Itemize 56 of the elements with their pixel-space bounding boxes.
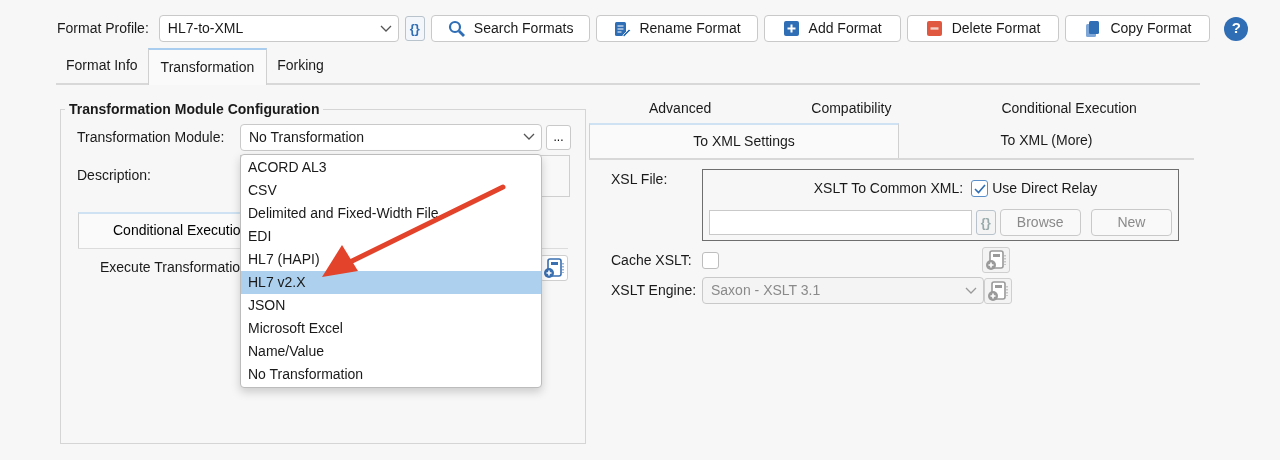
tab[interactable]: Conditional Execution: [1001, 97, 1137, 119]
chevron-icon: [523, 133, 535, 142]
dropdown-option[interactable]: Delimited and Fixed-Width File: [241, 201, 541, 225]
checkbox[interactable]: [971, 180, 989, 197]
tab[interactable]: To XML (More): [899, 123, 1194, 158]
toolbar-button[interactable]: Search Formats: [430, 15, 591, 42]
expression-button[interactable]: {}: [404, 16, 425, 41]
script-button[interactable]: [984, 277, 1012, 304]
document-add-icon: [987, 279, 1009, 302]
dropdown-option[interactable]: Name/Value: [241, 339, 541, 363]
plus-square-icon: [782, 19, 801, 38]
dropdown-option[interactable]: ACORD AL3: [241, 155, 541, 179]
help-button[interactable]: ?: [1224, 16, 1249, 41]
tab[interactable]: To XML Settings: [589, 123, 899, 158]
dropdown-option[interactable]: EDI: [241, 224, 541, 248]
dropdown-option[interactable]: CSV: [241, 178, 541, 202]
dropdown-option[interactable]: Microsoft Excel: [241, 316, 541, 340]
dropdown-option[interactable]: HL7 v2.X: [241, 270, 541, 294]
chevron-icon: [379, 24, 392, 33]
search-icon: [447, 19, 466, 38]
profile-dropdown[interactable]: HL7-to-XML: [158, 15, 399, 42]
chevron-icon: [965, 286, 977, 295]
checkmark-icon: [973, 183, 986, 194]
tab[interactable]: Forking: [267, 48, 334, 83]
toolbar-button[interactable]: Add Format: [763, 15, 901, 42]
dropdown-option[interactable]: No Transformation: [241, 362, 541, 386]
group-title: Transformation Module Configuration: [68, 101, 321, 118]
tab[interactable]: Format Info: [56, 48, 148, 83]
module-dropdown[interactable]: No Transformation: [240, 123, 542, 151]
field-label: Transformation Module:: [77, 127, 226, 147]
tab[interactable]: Compatibility: [811, 97, 892, 119]
script-button[interactable]: [540, 254, 568, 281]
minus-square-icon: [925, 19, 944, 38]
field-label: XSLT Engine:: [611, 281, 698, 300]
toolbar-button[interactable]: Rename Format: [596, 15, 758, 42]
toolbar-button[interactable]: Delete Format: [906, 15, 1060, 42]
field-label: Execute Transformatio: [100, 258, 241, 278]
document-add-icon: [543, 256, 565, 279]
checkbox-label: Use Direct Relay: [992, 179, 1098, 198]
field-label: Description:: [77, 166, 152, 186]
toolbar-button[interactable]: Copy Format: [1065, 15, 1211, 42]
tab[interactable]: Conditional Executio: [78, 211, 243, 248]
more-button[interactable]: ...: [546, 124, 571, 150]
field-label: XSLT To Common XML:: [813, 179, 964, 198]
dropdown-option[interactable]: JSON: [241, 293, 541, 317]
tab[interactable]: Transformation: [147, 48, 268, 85]
checkbox[interactable]: [702, 251, 719, 269]
document-add-icon: [985, 249, 1007, 271]
dropdown-option[interactable]: HL7 (HAPI): [241, 247, 541, 271]
field-label: Cache XSLT:: [611, 250, 693, 270]
field-label: XSL File:: [611, 170, 669, 189]
field-label: Format Profile:: [57, 19, 149, 38]
script-button[interactable]: [982, 247, 1010, 273]
tab[interactable]: Advanced: [649, 97, 712, 119]
file-path-field[interactable]: [709, 210, 972, 235]
notepad-pencil-icon: [613, 19, 632, 38]
